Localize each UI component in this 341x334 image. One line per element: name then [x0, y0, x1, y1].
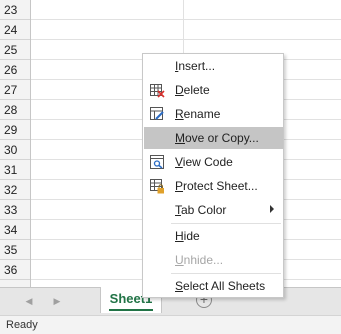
row-header-35[interactable]: 35 [0, 240, 30, 260]
menu-item-label: Insert... [175, 59, 216, 73]
menu-item-select-all-sheets[interactable]: Select All Sheets [143, 275, 283, 297]
row-header-30[interactable]: 30 [0, 140, 30, 160]
menu-item-view-code[interactable]: View Code [143, 151, 283, 173]
menu-item-delete[interactable]: Delete [143, 79, 283, 101]
context-menu: Insert... Delete Rename Move or Copy... [142, 53, 284, 298]
menu-item-hide[interactable]: Hide [143, 225, 283, 247]
protect-sheet-icon [150, 179, 164, 194]
row-header-36[interactable]: 36 [0, 260, 30, 280]
row-header-33[interactable]: 33 [0, 200, 30, 220]
menu-item-label: Tab Color [175, 203, 227, 217]
menu-item-insert[interactable]: Insert... [143, 55, 283, 77]
menu-item-label: Hide [175, 229, 200, 243]
row-headers: 23 24 25 26 27 28 29 30 31 32 33 34 35 3… [0, 0, 31, 287]
row-header-28[interactable]: 28 [0, 100, 30, 120]
menu-item-label: Select All Sheets [175, 279, 266, 293]
view-code-icon [150, 155, 164, 169]
submenu-arrow-icon [270, 205, 274, 213]
gridline [31, 39, 341, 40]
delete-sheet-icon [150, 84, 165, 98]
menu-item-unhide: Unhide... [143, 249, 283, 271]
row-header-32[interactable]: 32 [0, 180, 30, 200]
menu-item-label: Protect Sheet... [175, 179, 258, 193]
menu-separator [171, 223, 281, 224]
row-header-34[interactable]: 34 [0, 220, 30, 240]
row-header-25[interactable]: 25 [0, 40, 30, 60]
row-header-27[interactable]: 27 [0, 80, 30, 100]
row-header-31[interactable]: 31 [0, 160, 30, 180]
row-header-26[interactable]: 26 [0, 60, 30, 80]
row-header-24[interactable]: 24 [0, 20, 30, 40]
menu-item-label: View Code [175, 155, 233, 169]
row-header-29[interactable]: 29 [0, 120, 30, 140]
menu-item-rename[interactable]: Rename [143, 103, 283, 125]
menu-item-protect-sheet[interactable]: Protect Sheet... [143, 175, 283, 197]
scroll-tabs-left-icon[interactable]: ◀ [22, 294, 36, 308]
menu-separator [171, 273, 281, 274]
menu-item-label: Move or Copy... [175, 131, 259, 145]
rename-sheet-icon [150, 107, 164, 120]
gridline [31, 19, 341, 20]
menu-item-tab-color[interactable]: Tab Color [143, 199, 283, 221]
menu-item-label: Unhide... [175, 253, 224, 267]
row-header-23[interactable]: 23 [0, 0, 30, 20]
scroll-tabs-right-icon[interactable]: ▶ [50, 294, 64, 308]
menu-item-label: Rename [175, 107, 221, 121]
status-text: Ready [6, 319, 38, 331]
menu-item-label: Delete [175, 83, 210, 97]
status-bar: Ready [0, 315, 341, 334]
menu-item-move-or-copy[interactable]: Move or Copy... [144, 127, 283, 149]
